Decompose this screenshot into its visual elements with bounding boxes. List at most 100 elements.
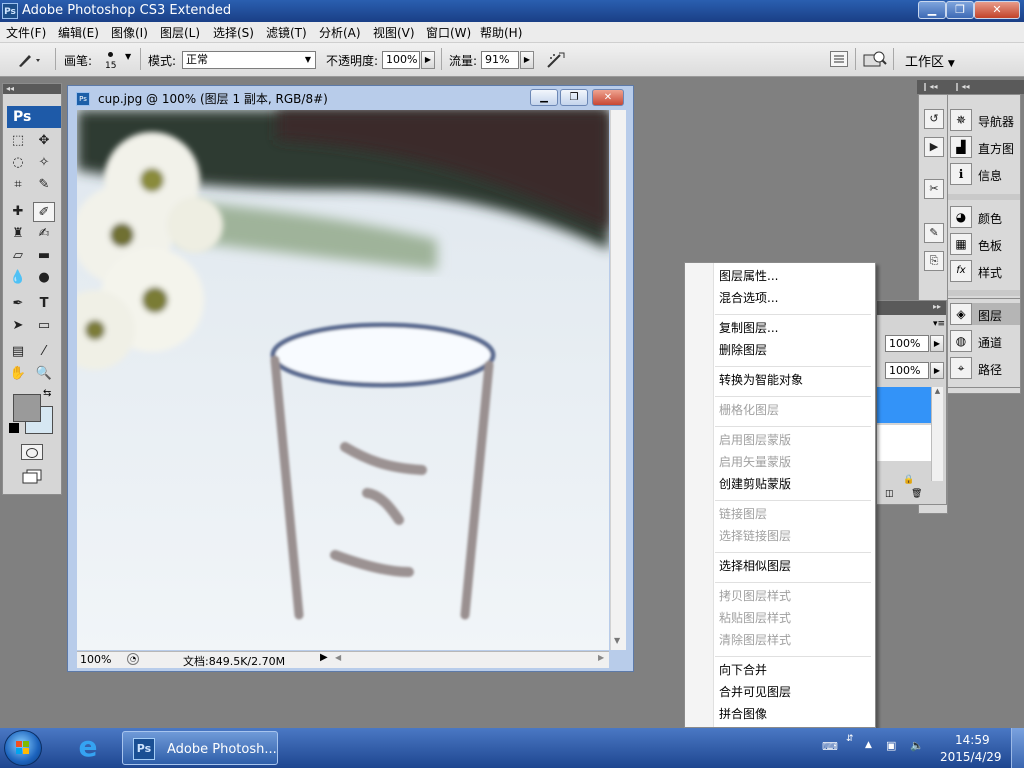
panel-navigator[interactable]: ✵ 导航器: [950, 109, 1020, 131]
start-button[interactable]: [4, 730, 42, 766]
clock-time[interactable]: 14:59: [955, 733, 990, 747]
healing-brush-tool-icon[interactable]: ✚: [7, 202, 29, 222]
panel-histogram[interactable]: ▟ 直方图: [950, 136, 1020, 158]
flow-slider-button[interactable]: ▶: [520, 51, 534, 69]
tools-panel-header[interactable]: ◂◂: [3, 84, 61, 94]
doc-close-button[interactable]: ✕: [592, 89, 624, 106]
marquee-tool-icon[interactable]: ⬚: [7, 131, 29, 151]
show-hidden-icons-icon[interactable]: ▲: [865, 740, 872, 750]
collapse-icon[interactable]: ‖ ◂◂: [923, 82, 938, 91]
brush-tool-icon[interactable]: ✐: [33, 202, 55, 222]
quick-mask-button[interactable]: [21, 444, 43, 460]
path-selection-tool-icon[interactable]: ➤: [7, 316, 29, 336]
menu-window[interactable]: 窗口(W): [426, 24, 471, 41]
layer-opacity-input[interactable]: 100%: [885, 335, 929, 352]
panel-swatches[interactable]: ▦ 色板: [950, 233, 1020, 255]
hand-tool-icon[interactable]: ✋: [7, 364, 29, 384]
bridge-button[interactable]: [862, 50, 888, 70]
blend-mode-select[interactable]: 正常 ▼: [182, 51, 316, 69]
actions-panel-icon[interactable]: ▶: [924, 137, 944, 157]
menu-item-create-clipping-mask[interactable]: 创建剪贴蒙版: [719, 474, 791, 494]
tool-preset-picker[interactable]: [16, 51, 42, 69]
menu-item-blending-options[interactable]: 混合选项...: [719, 288, 778, 308]
new-layer-icon[interactable]: ◫: [885, 489, 894, 499]
minimize-button[interactable]: ▁: [918, 1, 946, 19]
status-menu-icon[interactable]: ◔: [127, 653, 139, 665]
internet-explorer-icon[interactable]: e: [74, 733, 102, 762]
show-desktop-button[interactable]: [1011, 728, 1024, 768]
tool-presets-panel-icon[interactable]: ✂: [924, 179, 944, 199]
opacity-input[interactable]: 100%: [382, 51, 420, 69]
swap-colors-icon[interactable]: ⇆: [43, 388, 51, 399]
layer-row[interactable]: [877, 425, 931, 461]
panel-styles[interactable]: fx 样式: [950, 260, 1020, 282]
scroll-left-icon[interactable]: ◀: [335, 653, 341, 662]
default-colors-icon[interactable]: [9, 423, 19, 433]
foreground-color-swatch[interactable]: [13, 394, 41, 422]
gradient-tool-icon[interactable]: ▬: [33, 246, 55, 266]
scroll-right-icon[interactable]: ▶: [598, 653, 604, 662]
menu-edit[interactable]: 编辑(E): [58, 24, 99, 41]
menu-item-flatten-image[interactable]: 拼合图像: [719, 704, 767, 724]
collapse-icon[interactable]: ‖ ◂◂: [955, 82, 970, 91]
clone-source-panel-icon[interactable]: ⎘: [924, 251, 944, 271]
vertical-scrollbar[interactable]: ▼: [610, 110, 626, 650]
layer-opacity-slider-button[interactable]: ▶: [930, 335, 944, 352]
image-canvas[interactable]: [77, 110, 609, 650]
panel-info[interactable]: ℹ 信息: [950, 163, 1020, 185]
panel-color[interactable]: ◕ 颜色: [950, 206, 1020, 228]
menu-item-delete-layer[interactable]: 删除图层: [719, 340, 767, 360]
restore-button[interactable]: ❐: [946, 1, 974, 19]
pen-tool-icon[interactable]: ✒: [7, 294, 29, 314]
workspace-menu[interactable]: 工作区 ▼: [905, 51, 960, 70]
menu-file[interactable]: 文件(F): [6, 24, 46, 41]
zoom-level[interactable]: 100%: [80, 653, 111, 666]
close-button[interactable]: ✕: [974, 1, 1020, 19]
menu-item-duplicate-layer[interactable]: 复制图层...: [719, 318, 778, 338]
eraser-tool-icon[interactable]: ▱: [7, 246, 29, 266]
crop-tool-icon[interactable]: ⌗: [7, 175, 29, 195]
eyedropper-tool-icon[interactable]: ⁄: [33, 342, 55, 362]
history-panel-icon[interactable]: ↺: [924, 109, 944, 129]
taskbar-photoshop-button[interactable]: Ps Adobe Photosh...: [122, 731, 278, 765]
panel-paths[interactable]: ⌖ 路径: [950, 357, 1020, 379]
menu-select[interactable]: 选择(S): [213, 24, 254, 41]
brushes-panel-icon[interactable]: ✎: [924, 223, 944, 243]
panel-layers[interactable]: ◈ 图层: [950, 303, 1020, 325]
layer-fill-slider-button[interactable]: ▶: [930, 362, 944, 379]
panel-menu-icon[interactable]: ▾≡: [933, 319, 945, 329]
doc-minimize-button[interactable]: ▁: [530, 89, 558, 106]
menu-layer[interactable]: 图层(L): [160, 24, 200, 41]
menu-analysis[interactable]: 分析(A): [319, 24, 361, 41]
menu-help[interactable]: 帮助(H): [480, 24, 522, 41]
screen-mode-button[interactable]: [21, 468, 45, 484]
delete-layer-icon[interactable]: 🗑: [911, 489, 922, 499]
lasso-tool-icon[interactable]: ◌: [7, 153, 29, 173]
scroll-down-icon[interactable]: ▼: [614, 636, 620, 645]
notes-tool-icon[interactable]: ▤: [7, 342, 29, 362]
zoom-tool-icon[interactable]: 🔍: [33, 364, 55, 384]
layers-scrollbar[interactable]: ▲: [931, 387, 943, 481]
selected-layer-row[interactable]: [877, 387, 931, 423]
menu-filter[interactable]: 滤镜(T): [266, 24, 307, 41]
airbrush-toggle[interactable]: [545, 50, 567, 70]
collapse-icon[interactable]: ▸▸: [933, 302, 941, 311]
input-method-icon[interactable]: ⇵: [846, 734, 854, 744]
menu-item-merge-visible[interactable]: 合并可见图层: [719, 682, 791, 702]
move-tool-icon[interactable]: ✥: [33, 131, 55, 151]
menu-view[interactable]: 视图(V): [373, 24, 415, 41]
panel-channels[interactable]: ◍ 通道: [950, 330, 1020, 352]
history-brush-tool-icon[interactable]: ✍: [33, 224, 55, 244]
slice-tool-icon[interactable]: ✎: [33, 175, 55, 195]
menu-item-convert-to-smart-object[interactable]: 转换为智能对象: [719, 370, 803, 390]
brush-picker[interactable]: 15 ▼: [100, 49, 136, 73]
network-icon[interactable]: ▣: [886, 739, 896, 752]
blur-tool-icon[interactable]: 💧: [7, 268, 29, 288]
doc-maximize-button[interactable]: ❐: [560, 89, 588, 106]
opacity-slider-button[interactable]: ▶: [421, 51, 435, 69]
menu-image[interactable]: 图像(I): [111, 24, 148, 41]
clone-stamp-tool-icon[interactable]: ♜: [7, 224, 29, 244]
menu-item-select-similar-layers[interactable]: 选择相似图层: [719, 556, 791, 576]
lock-icon[interactable]: 🔒: [903, 475, 914, 485]
scroll-up-icon[interactable]: ▲: [932, 387, 943, 395]
